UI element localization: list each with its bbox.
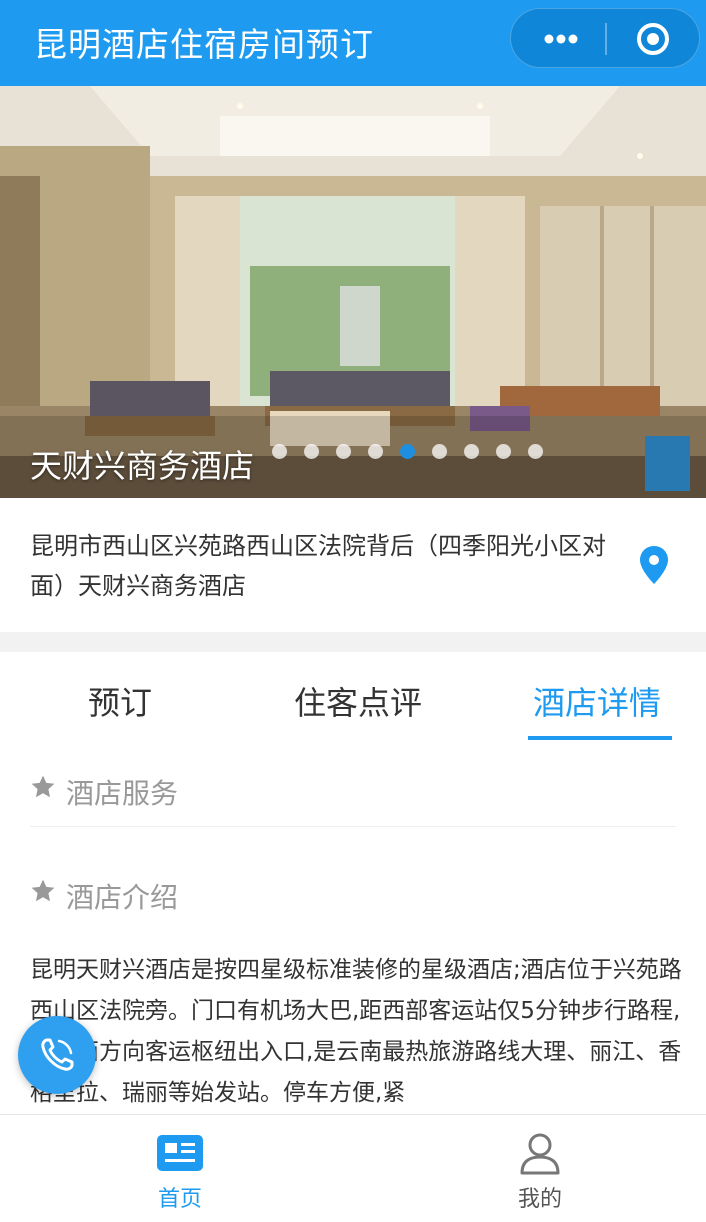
nav-home[interactable]: 首页 <box>80 1115 280 1222</box>
carousel-dot[interactable] <box>464 444 479 459</box>
carousel-dot[interactable] <box>432 444 447 459</box>
detail-tabs: 预订 住客点评 酒店详情 <box>0 652 706 742</box>
mini-program-capsule <box>510 8 700 68</box>
star-icon <box>31 775 55 798</box>
hotel-lobby-photo <box>0 86 706 498</box>
carousel-dot[interactable] <box>336 444 351 459</box>
more-dots-icon[interactable] <box>539 27 583 51</box>
section-gap <box>0 632 706 652</box>
nav-mine-label: 我的 <box>517 1187 562 1212</box>
carousel-dot[interactable] <box>272 444 287 459</box>
hotel-intro-text: 昆明天财兴酒店是按四星级标准装修的星级酒店;酒店位于兴苑路西山区法院旁。门口有机… <box>30 957 682 1106</box>
tab-hotel-details[interactable]: 酒店详情 <box>533 678 661 724</box>
nav-mine[interactable]: 我的 <box>440 1115 640 1222</box>
home-card-icon <box>157 1135 203 1171</box>
carousel-dot[interactable] <box>496 444 511 459</box>
star-icon <box>31 879 55 902</box>
carousel-dot[interactable] <box>304 444 319 459</box>
tab-booking[interactable]: 预订 <box>88 678 152 724</box>
section-services-title: 酒店服务 <box>66 777 179 810</box>
user-icon <box>520 1133 560 1175</box>
location-pin-icon[interactable] <box>640 546 668 584</box>
carousel-dot[interactable] <box>368 444 383 459</box>
hotel-address: 昆明市西山区兴苑路西山区法院背后（四季阳光小区对面）天财兴商务酒店 <box>30 532 606 600</box>
bottom-tab-bar: 首页 我的 <box>0 1114 706 1221</box>
page-title: 昆明酒店住宿房间预订 <box>34 25 374 64</box>
call-button[interactable] <box>18 1016 96 1094</box>
title-bar: 昆明酒店住宿房间预订 <box>0 0 706 86</box>
active-tab-indicator <box>528 736 672 740</box>
phone-icon <box>41 1038 74 1071</box>
divider <box>30 826 676 827</box>
carousel-dot-active[interactable] <box>400 444 415 459</box>
nav-home-label: 首页 <box>157 1187 202 1212</box>
hotel-address-row[interactable]: 昆明市西山区兴苑路西山区法院背后（四季阳光小区对面）天财兴商务酒店 <box>0 498 706 632</box>
section-intro-title: 酒店介绍 <box>66 881 179 914</box>
carousel-dot[interactable] <box>528 444 543 459</box>
hotel-name-caption: 天财兴商务酒店 <box>30 447 255 485</box>
hotel-photo-carousel[interactable]: 天财兴商务酒店 <box>0 86 706 498</box>
capsule-divider <box>605 23 607 55</box>
tab-reviews[interactable]: 住客点评 <box>294 678 422 724</box>
target-circle-icon[interactable] <box>635 21 671 57</box>
